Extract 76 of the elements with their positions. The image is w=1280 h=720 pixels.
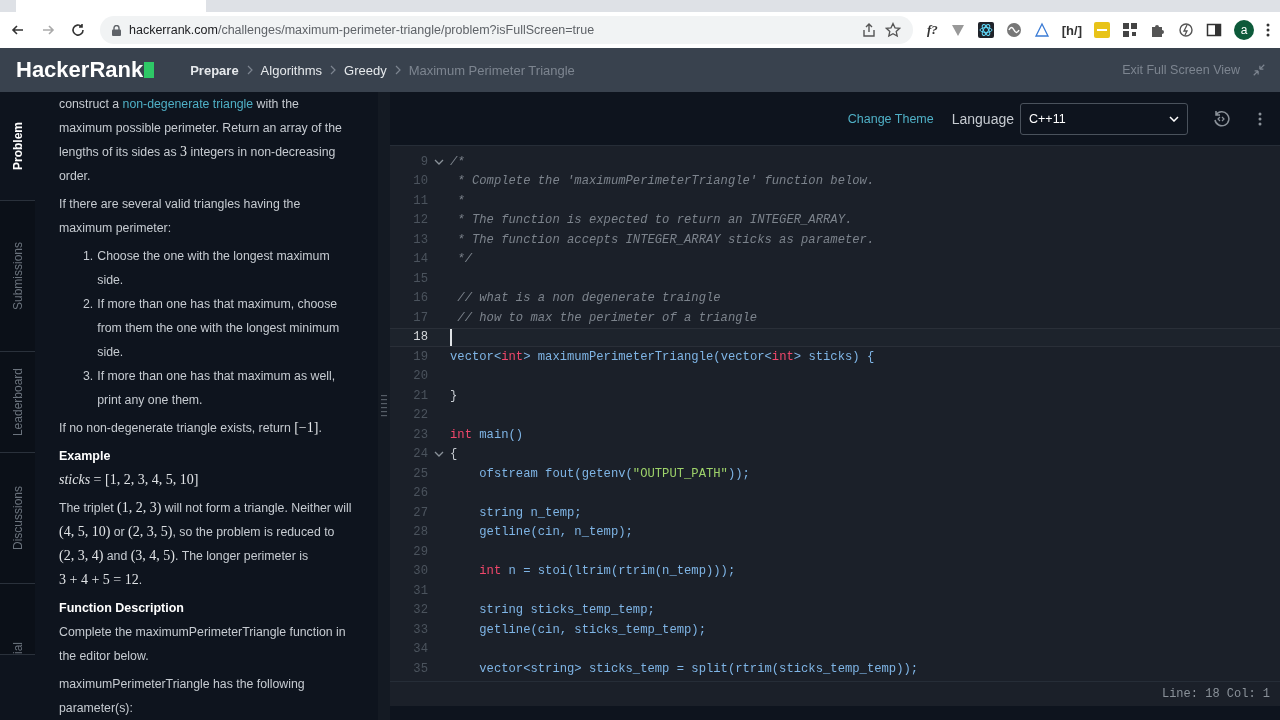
url-text: hackerrank.com/challenges/maximum-perimeter-triangle/problem?isFullScreen=true: [129, 23, 595, 37]
code-line: * Complete the 'maximumPerimeterTriangle' function below.: [456, 174, 875, 189]
chevron-icon: [394, 65, 401, 75]
section-heading: Function Description: [59, 600, 185, 617]
address-bar[interactable]: hackerrank.com/challenges/maximum-perimeter-triangle/problem?isFullScreen=true: [100, 16, 913, 44]
definition-link[interactable]: non-degenerate triangle: [122, 97, 254, 111]
side-tab[interactable]: Discussions: [0, 453, 35, 584]
collapse-icon[interactable]: [1252, 63, 1266, 77]
caret-icon: [1169, 115, 1179, 122]
puzzle-icon[interactable]: [1150, 22, 1166, 38]
breadcrumb-link[interactable]: Prepare: [190, 62, 239, 78]
code-line: * The function is expected to return an INTEGER_ARRAY.: [456, 213, 853, 228]
code-line: // how to max the perimeter of a triangle: [456, 310, 758, 325]
reload-icon[interactable]: [70, 22, 86, 38]
qr-code-icon[interactable]: [1122, 22, 1138, 38]
statement-paragraph: If there are several valid triangles having the maximum perimeter:: [59, 196, 302, 237]
profile-avatar[interactable]: a: [1234, 20, 1254, 40]
list-number: 1.: [83, 248, 94, 265]
more-icon[interactable]: [1266, 22, 1270, 38]
code-line: int n = stoi(ltrim(rtrim(n_temp)));: [478, 564, 736, 579]
extension-icon[interactable]: [1005, 22, 1022, 38]
code-line: string sticks_temp_temp;: [478, 603, 655, 618]
chevron-icon: [246, 65, 253, 75]
breadcrumb-link[interactable]: Algorithms: [260, 62, 323, 78]
side-panel-icon[interactable]: [1206, 22, 1222, 38]
code-line: getline(cin, sticks_temp_temp);: [478, 622, 706, 637]
change-theme-link[interactable]: Change Theme: [847, 111, 934, 126]
more-icon[interactable]: [1258, 110, 1262, 127]
resize-handle-icon[interactable]: [381, 394, 387, 418]
list-item-text: If more than one has that maximum as well, print any one them.: [97, 368, 337, 409]
code-line: vector<int> maximumPerimeterTriangle(vector<int> sticks) {: [450, 349, 875, 364]
chevron-icon: [330, 65, 337, 75]
extension-icon[interactable]: [h/]: [1061, 22, 1082, 38]
statement-paragraph: If no non-degenerate triangle exists, return [−1].: [59, 419, 323, 437]
extension-icon[interactable]: [1033, 22, 1050, 38]
language-select[interactable]: C++11: [1020, 102, 1188, 135]
cursor-position: Line: 18 Col: 1: [1161, 687, 1270, 701]
code-line: *: [456, 193, 465, 208]
section-heading: Example: [59, 448, 112, 465]
fold-chevron-icon[interactable]: [434, 158, 444, 165]
code-line: getline(cin, n_temp);: [478, 525, 633, 540]
fold-chevron-icon[interactable]: [434, 451, 444, 458]
code-line: /*: [450, 154, 465, 169]
line-number: 18: [412, 330, 428, 345]
statement-paragraph: sticks = [1, 2, 3, 4, 5, 10]: [59, 471, 200, 489]
code-line: int main(): [450, 427, 524, 442]
code-line: ofstream fout(getenv("OUTPUT_PATH"));: [478, 466, 750, 481]
star-icon[interactable]: [884, 22, 901, 38]
list-number: 3.: [83, 368, 94, 385]
atom-icon[interactable]: [977, 22, 994, 38]
code-line: */: [456, 252, 472, 267]
list-number: 2.: [83, 296, 94, 313]
logo[interactable]: HackerRank: [16, 57, 155, 83]
extension-icon[interactable]: f?: [926, 22, 938, 38]
statement-paragraph: construct a non-degenerate triangle with the maximum possible perimeter. Return an array of the lengths of its sides as 3 integers in non-decreasing order.: [59, 96, 343, 185]
breadcrumb-link[interactable]: Greedy: [344, 62, 387, 78]
language-label: Language: [951, 110, 1014, 127]
statement-paragraph: Complete the maximumPerimeterTriangle function in the editor below.: [59, 624, 347, 665]
text-cursor: [450, 328, 452, 346]
code-line: * The function accepts INTEGER_ARRAY sticks as parameter.: [456, 232, 875, 247]
share-icon[interactable]: [860, 22, 877, 38]
history-icon[interactable]: [1212, 109, 1230, 128]
statement-paragraph: maximumPerimeterTriangle has the following parameter(s):: [59, 676, 306, 717]
code-line: {: [450, 447, 458, 462]
list-item-text: Choose the one with the longest maximum side.: [97, 248, 331, 289]
statement-paragraph: The triplet (1, 2, 3) will not form a triangle. Neither will (4, 5, 10) or (2, 3, 5), so the problem is reduced to (2, 3, 4) and (3, 4, 5). The longer perimeter is 3 + 4 + 5 = 12.: [59, 499, 353, 589]
code-line: vector<string> sticks_temp = split(rtrim(sticks_temp_temp));: [478, 661, 919, 676]
code-line: }: [450, 388, 458, 403]
extension-icon[interactable]: [1178, 22, 1194, 38]
code-line: string n_temp;: [478, 505, 582, 520]
side-tab[interactable]: Submissions: [0, 201, 35, 352]
code-line: // what is a non degenerate traingle: [456, 291, 721, 306]
list-item-text: If more than one has that maximum, choose from them the one with the longest minimum side.: [97, 296, 341, 361]
side-tab[interactable]: ial: [0, 584, 35, 655]
lock-icon: [112, 24, 121, 36]
side-tab[interactable]: Leaderboard: [0, 352, 35, 453]
